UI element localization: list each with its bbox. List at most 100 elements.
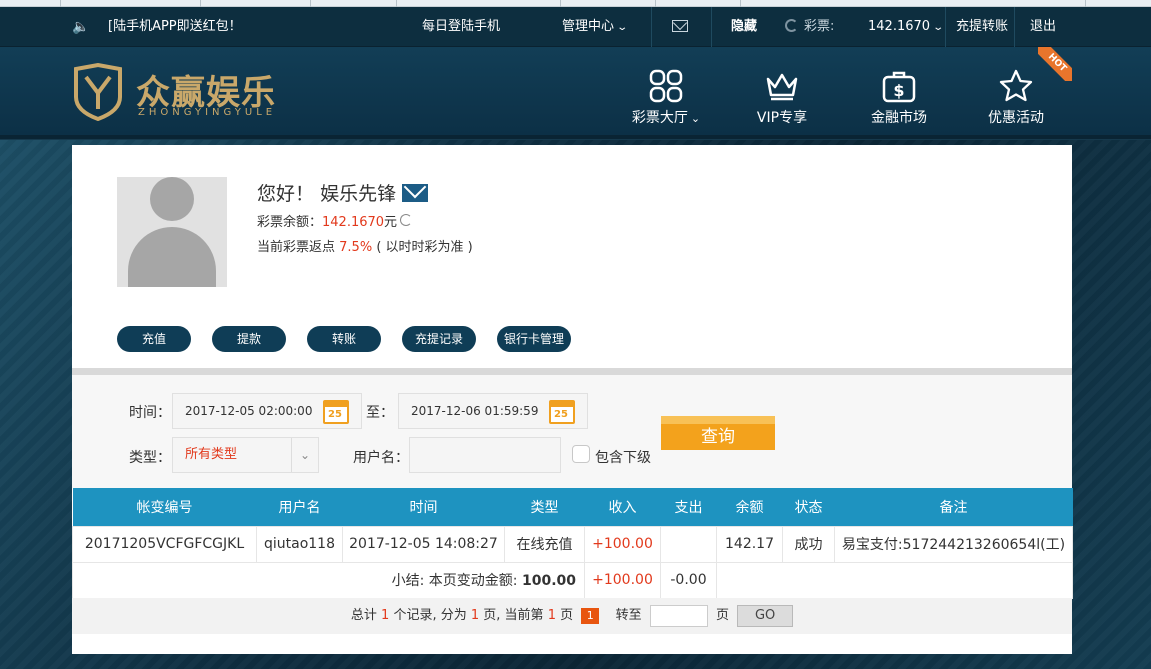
cell-expense: [660, 525, 717, 563]
start-time-input[interactable]: 2017-12-05 02:00:00 25: [172, 393, 362, 429]
logo-pinyin: ZHONGYINGYULE: [138, 107, 277, 118]
logo-shield-icon: [74, 63, 122, 121]
notice-marquee[interactable]: [陆手机APP即送红包！: [108, 7, 242, 47]
admin-center-menu[interactable]: 管理中心 ⌄: [562, 7, 629, 47]
table-row[interactable]: 20171205VCFGFCGJKL qiutao118 2017-12-05 …: [72, 525, 1073, 563]
cell-remark: 易宝支付:517244213260654l(工): [834, 525, 1073, 563]
refresh-icon[interactable]: [400, 214, 413, 226]
nav-finance[interactable]: $ 金融市场: [849, 69, 949, 129]
deposit-records-button[interactable]: 充提记录: [402, 326, 476, 352]
nav-label: VIP专享: [756, 110, 808, 126]
refresh-icon[interactable]: [785, 19, 798, 32]
crown-icon: [766, 73, 798, 101]
col-header-username[interactable]: 用户名: [257, 488, 343, 526]
chevron-down-icon: ⌄: [690, 112, 701, 125]
lottery-balance-menu[interactable]: 142.1670 ⌄: [868, 7, 945, 47]
end-time-input[interactable]: 2017-12-06 01:59:59 25: [398, 393, 588, 429]
svg-text:$: $: [893, 81, 904, 100]
col-header-income[interactable]: 收入: [585, 488, 661, 526]
rebate-note: ( 以时时彩为准 ): [376, 240, 473, 255]
summary-empty: [716, 561, 1073, 599]
bank-card-button[interactable]: 银行卡管理: [497, 326, 571, 352]
pager-prefix: 总计: [350, 608, 377, 623]
summary-row: 小结: 本页变动金额: 100.00 +100.00 -0.00: [72, 561, 1073, 599]
pager-records-text: 个记录, 分为: [393, 608, 467, 623]
filter-panel: 时间： 2017-12-05 02:00:00 25 至： 2017-12-06…: [72, 375, 1072, 488]
logout-link[interactable]: 退出: [1030, 7, 1056, 47]
nav-lottery-hall[interactable]: 彩票大厅 ⌄: [616, 69, 716, 129]
summary-label: 小结: 本页变动金额:: [391, 573, 518, 589]
rebate-label: 当前彩票返点: [257, 240, 336, 255]
summary-label-cell: 小结: 本页变动金额: 100.00: [72, 561, 585, 599]
calendar-icon[interactable]: 25: [549, 400, 575, 424]
nav-label: 彩票大厅: [631, 110, 688, 126]
chevron-down-icon: ⌄: [932, 22, 945, 33]
nav-label: 金融市场: [871, 110, 927, 126]
cell-username: qiutao118: [256, 525, 343, 563]
page-unit-label: 页: [715, 608, 729, 623]
pager-total: 1: [381, 608, 390, 623]
table-header-row: 帐变编号 用户名 时间 类型 收入 支出 余额 状态 备注: [72, 488, 1073, 526]
col-header-id[interactable]: 帐变编号: [73, 488, 257, 526]
cell-balance: 142.17: [716, 525, 783, 563]
type-select-value: 所有类型: [185, 447, 238, 462]
page-1-button[interactable]: 1: [581, 608, 600, 624]
balance-line: 彩票余额：142.1670元: [257, 211, 413, 230]
pager-current: 1: [547, 608, 556, 623]
account-card: 您好！ 娱乐先锋 彩票余额：142.1670元 当前彩票返点 7.5% ( 以时…: [72, 145, 1073, 654]
browser-tab-strip: [0, 0, 1151, 7]
summary-amount: 100.00: [521, 573, 576, 589]
username-label: 用户名：: [353, 450, 409, 466]
transfer-button[interactable]: 转账: [307, 326, 381, 352]
profile-username: 娱乐先锋: [320, 183, 397, 205]
col-header-balance[interactable]: 余额: [717, 488, 783, 526]
envelope-icon[interactable]: [402, 184, 429, 202]
query-button[interactable]: 查询: [661, 416, 775, 450]
hide-balance-toggle[interactable]: 隐藏: [731, 7, 757, 47]
rebate-line: 当前彩票返点 7.5% ( 以时时彩为准 ): [257, 236, 473, 255]
cell-id: 20171205VCFGFCGJKL: [72, 525, 257, 563]
username-input[interactable]: [409, 437, 561, 473]
cell-income: +100.00: [584, 525, 661, 563]
lottery-label: 彩票:: [804, 19, 835, 34]
type-select[interactable]: 所有类型 ⌄: [172, 437, 319, 473]
col-header-type[interactable]: 类型: [505, 488, 585, 526]
chevron-down-icon: ⌄: [290, 438, 310, 472]
type-label: 类型：: [129, 450, 171, 466]
summary-income: +100.00: [584, 561, 661, 599]
go-button[interactable]: GO: [737, 604, 794, 627]
goto-label: 转至: [615, 608, 642, 623]
include-sub-label: 包含下级: [595, 450, 651, 466]
site-logo[interactable]: 众赢娱乐 ZHONGYINGYULE: [72, 63, 302, 125]
chevron-down-icon: ⌄: [616, 22, 629, 33]
speaker-icon: 🔈: [72, 19, 90, 35]
goto-page-input[interactable]: [649, 604, 708, 627]
deposit-button[interactable]: 充值: [117, 326, 191, 352]
deposit-transfer-link[interactable]: 充提转账: [956, 7, 1008, 47]
cell-status: 成功: [782, 525, 835, 563]
col-header-time[interactable]: 时间: [343, 488, 505, 526]
balance-label: 彩票余额：: [257, 215, 323, 230]
pager-pages: 1: [470, 608, 480, 623]
col-header-remark[interactable]: 备注: [835, 488, 1073, 526]
nav-vip[interactable]: VIP专享: [732, 69, 832, 129]
withdraw-button[interactable]: 提款: [212, 326, 286, 352]
site-header: 众赢娱乐 ZHONGYINGYULE 彩票大厅 ⌄ VIP专享 $ 金融市场 优惠…: [0, 47, 1151, 139]
time-label: 时间：: [129, 405, 171, 421]
pager-pages-text: 页, 当前第: [483, 608, 544, 623]
avatar: [117, 177, 227, 287]
hot-badge-text: HOT: [1038, 47, 1072, 81]
col-header-expense[interactable]: 支出: [661, 488, 717, 526]
col-header-status[interactable]: 状态: [783, 488, 835, 526]
calendar-day: 25: [554, 409, 568, 420]
lottery-balance-group: 彩票:: [785, 7, 834, 47]
include-sub-checkbox[interactable]: [572, 445, 590, 463]
greeting: 您好！ 娱乐先锋: [257, 179, 429, 206]
pager-current-suffix: 页: [560, 608, 574, 623]
lottery-balance-value: 142.1670: [868, 19, 931, 34]
login-mobile-link[interactable]: 每日登陆手机: [422, 7, 500, 47]
mail-icon[interactable]: [672, 7, 688, 47]
calendar-icon[interactable]: 25: [323, 400, 349, 424]
top-bar: 🔈 [陆手机APP即送红包！ 每日登陆手机 管理中心 ⌄ 隐藏 彩票: 142.1…: [0, 7, 1151, 47]
cell-time: 2017-12-05 14:08:27: [342, 525, 505, 563]
